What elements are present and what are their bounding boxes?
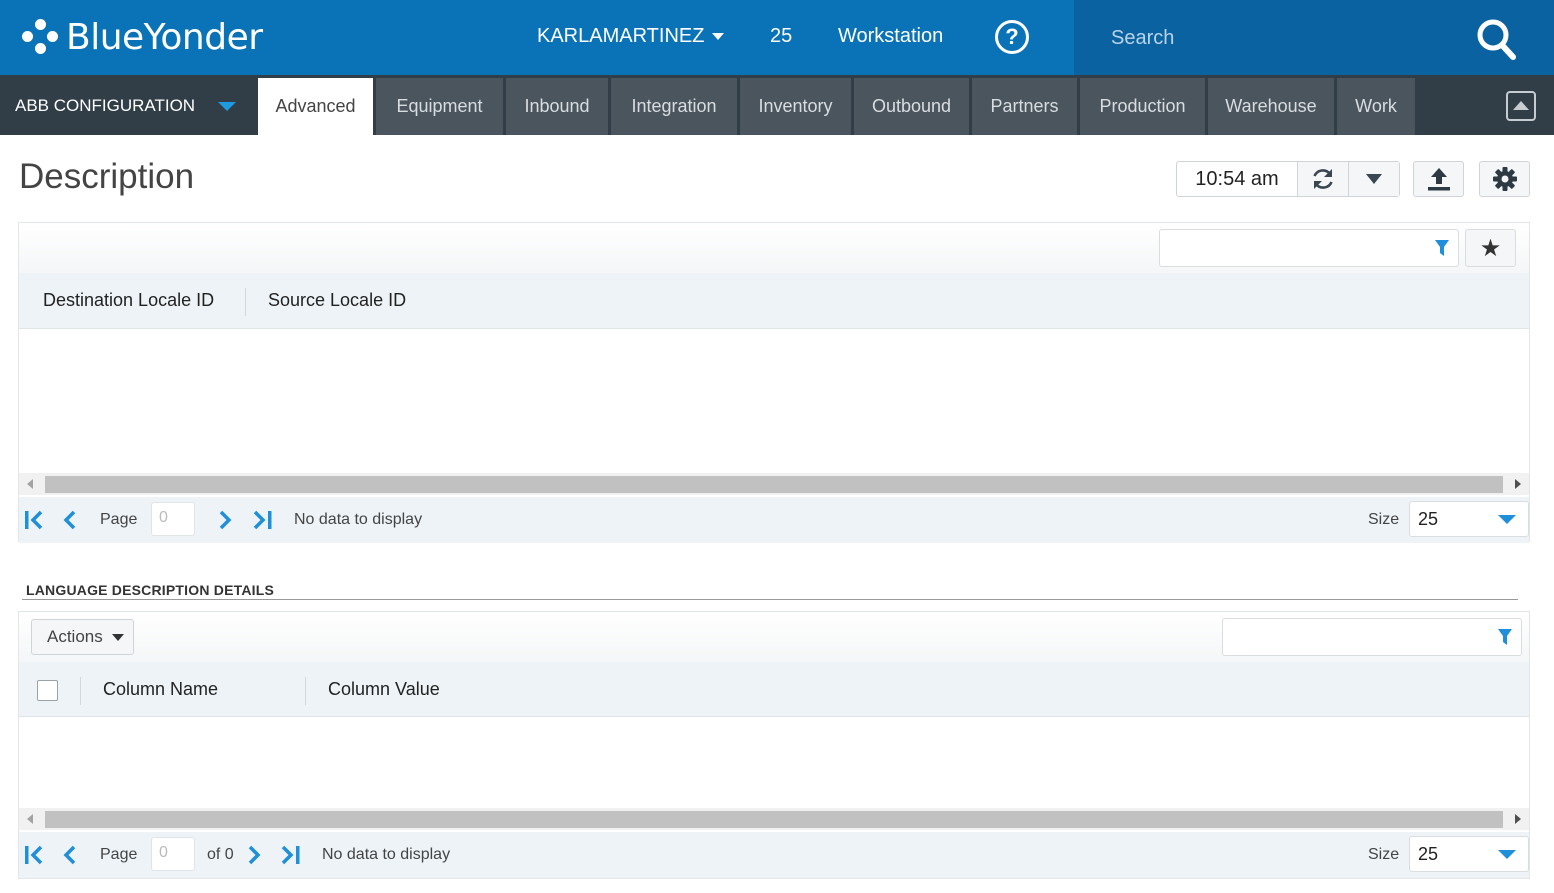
favorite-star-icon[interactable]: ★ [1465,229,1516,267]
grid-pager: Page 0 No data to display Size 25 [19,497,1529,543]
refresh-icon [1313,169,1333,189]
previous-page-icon[interactable] [59,844,79,866]
configuration-selector[interactable]: ABB CONFIGURATION [15,96,195,116]
grid-column-header: Column Name Column Value [19,662,1529,717]
page-size-value: 25 [1418,844,1439,864]
logo-icon [22,18,60,56]
help-icon[interactable]: ? [995,20,1029,54]
column-divider[interactable] [245,288,246,316]
page-size-value: 25 [1418,509,1439,529]
tab-warehouse[interactable]: Warehouse [1208,78,1334,135]
page-label: Page [100,846,138,863]
select-all-checkbox[interactable] [37,680,58,701]
page-size-select[interactable]: 25 [1409,501,1529,537]
column-divider[interactable] [305,677,306,705]
refresh-group: 10:54 am [1176,161,1400,197]
grid-column-header: Destination Locale ID Source Locale ID [19,273,1529,329]
first-page-icon[interactable] [22,509,46,531]
actions-button[interactable]: Actions [31,619,134,655]
column-column-value[interactable]: Column Value [328,662,440,716]
export-button[interactable] [1413,161,1464,197]
tab-production[interactable]: Production [1080,78,1205,135]
tab-inbound[interactable]: Inbound [506,78,608,135]
search-area [1074,0,1554,75]
column-column-name[interactable]: Column Name [103,662,218,716]
last-refresh-time: 10:54 am [1195,167,1279,190]
chevron-up-icon [1513,100,1529,110]
column-destination-locale-id[interactable]: Destination Locale ID [43,273,214,328]
first-page-icon[interactable] [22,844,46,866]
page-title: Description [19,157,195,196]
upload-icon [1427,168,1450,191]
brand-name: BlueYonder [66,16,263,58]
filter-icon[interactable] [1497,628,1513,646]
description-grid: ★ Destination Locale ID Source Locale ID… [18,222,1530,543]
section-title: LANGUAGE DESCRIPTION DETAILS [26,582,275,598]
search-input[interactable] [1111,24,1441,52]
tab-work[interactable]: Work [1337,78,1415,135]
chevron-down-icon [111,633,124,641]
brand-logo[interactable]: BlueYonder [22,15,263,59]
page-count-label: of 0 [207,846,234,863]
section-divider [22,599,1518,600]
last-page-icon[interactable] [279,844,303,866]
search-icon[interactable] [1476,18,1516,60]
scroll-left-icon[interactable] [27,814,33,824]
next-page-icon[interactable] [245,844,265,866]
scrollbar-thumb[interactable] [45,476,1503,493]
grid-filter-input[interactable] [1222,618,1522,656]
pager-status: No data to display [322,846,451,863]
column-source-locale-id[interactable]: Source Locale ID [268,273,406,328]
chevron-down-icon[interactable] [218,102,236,111]
page-size-select[interactable]: 25 [1409,836,1529,872]
notification-count[interactable]: 25 [770,25,792,48]
chevron-down-icon[interactable] [1486,502,1528,536]
scroll-right-icon[interactable] [1515,479,1521,489]
tab-integration[interactable]: Integration [611,78,737,135]
language-description-details-grid: Actions Column Name Column Value Page 0 … [18,611,1530,879]
tab-inventory[interactable]: Inventory [740,78,851,135]
page-label: Page [100,511,138,528]
page-size-label: Size [1368,511,1400,528]
chevron-down-icon [1366,174,1382,184]
horizontal-scrollbar[interactable] [19,473,1529,495]
workstation-link[interactable]: Workstation [838,25,943,48]
grid-toolbar: ★ [19,223,1529,273]
chevron-down-icon[interactable] [1486,837,1528,871]
top-bar: BlueYonder KARLAMARTINEZ 25 Workstation … [0,0,1554,75]
column-divider[interactable] [80,677,81,705]
last-page-icon[interactable] [251,509,275,531]
settings-button[interactable] [1479,161,1530,197]
scroll-left-icon[interactable] [27,479,33,489]
grid-toolbar: Actions [19,612,1529,662]
page-number-input[interactable]: 0 [151,502,195,536]
pager-status: No data to display [294,511,423,528]
nav-bar: ABB CONFIGURATION Advanced Equipment Inb… [0,75,1554,135]
tab-equipment[interactable]: Equipment [376,78,503,135]
page-size-label: Size [1368,846,1400,863]
module-tabs: Advanced Equipment Inbound Integration I… [258,78,1418,135]
horizontal-scrollbar[interactable] [19,808,1529,830]
scroll-right-icon[interactable] [1515,814,1521,824]
filter-icon[interactable] [1434,239,1450,257]
gear-icon [1492,167,1517,191]
page-number-input[interactable]: 0 [151,837,195,871]
grid-filter-input[interactable] [1159,229,1459,267]
refresh-options-button[interactable] [1348,162,1399,196]
next-page-icon[interactable] [216,509,236,531]
collapse-header-button[interactable] [1506,91,1536,121]
user-name: KARLAMARTINEZ [537,25,705,47]
user-menu[interactable]: KARLAMARTINEZ [537,25,725,48]
tab-outbound[interactable]: Outbound [854,78,969,135]
tab-advanced[interactable]: Advanced [258,78,373,135]
scrollbar-thumb[interactable] [45,811,1503,828]
grid-pager: Page 0 of 0 No data to display Size 25 [19,832,1529,878]
previous-page-icon[interactable] [59,509,79,531]
refresh-button[interactable] [1297,162,1348,196]
actions-label: Actions [47,627,103,646]
tab-partners[interactable]: Partners [972,78,1077,135]
chevron-down-icon [712,33,725,40]
